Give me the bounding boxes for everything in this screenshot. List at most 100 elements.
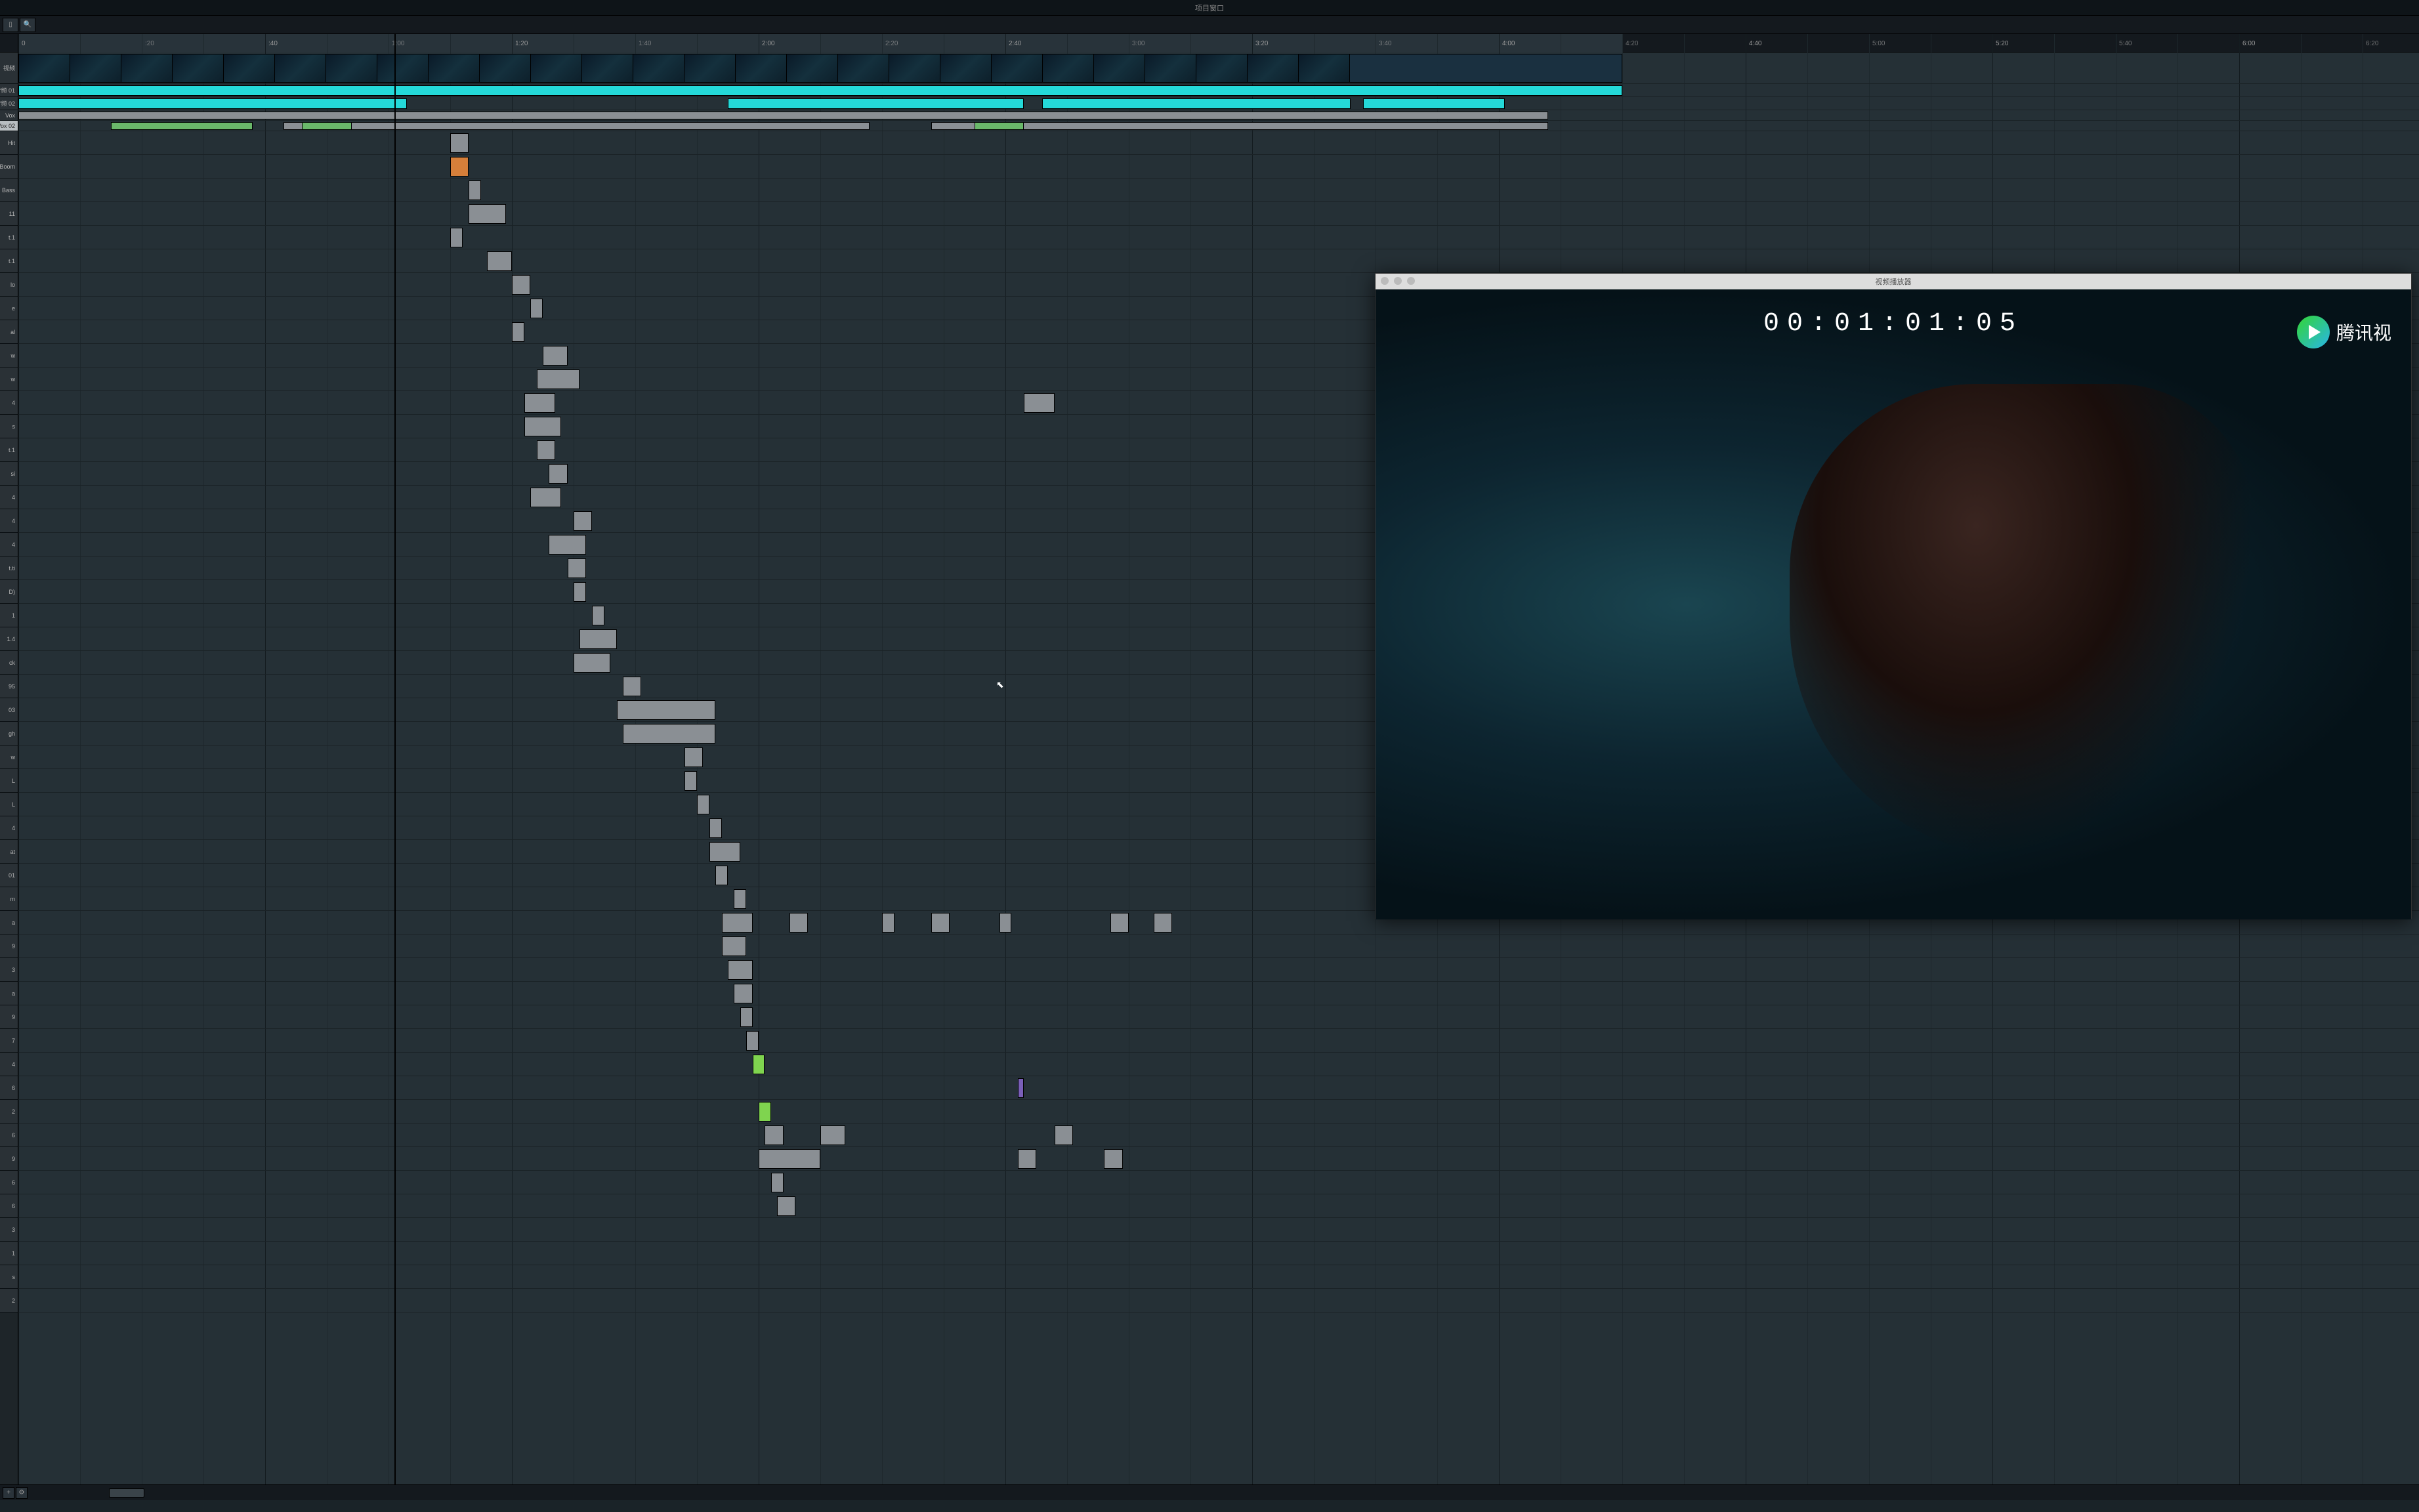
track-lane[interactable] — [18, 52, 2419, 84]
clip[interactable] — [512, 322, 524, 342]
clip[interactable] — [728, 960, 753, 980]
track-header[interactable]: 4 — [0, 509, 18, 533]
clip[interactable] — [709, 818, 722, 838]
clip[interactable] — [592, 606, 604, 625]
track-header[interactable]: 6 — [0, 1124, 18, 1147]
track-lane[interactable] — [18, 1053, 2419, 1076]
track-header[interactable]: ck — [0, 651, 18, 675]
track-lane[interactable] — [18, 934, 2419, 958]
clip[interactable] — [734, 984, 752, 1003]
clip[interactable] — [302, 122, 351, 130]
video-player-window[interactable]: 视频播放器 00:01:01:05 腾讯视 — [1375, 273, 2412, 919]
track-lane[interactable] — [18, 1194, 2419, 1218]
track-header[interactable]: at — [0, 840, 18, 864]
track-header[interactable]: Hit — [0, 131, 18, 155]
clip[interactable] — [512, 275, 530, 295]
clip[interactable] — [1154, 913, 1172, 933]
track-header[interactable]: 6 — [0, 1171, 18, 1194]
ruler-marker[interactable]: 5:40 — [2116, 34, 2132, 52]
ruler-marker[interactable]: 5:20 — [1992, 34, 2008, 52]
clip[interactable] — [574, 582, 586, 602]
clip[interactable] — [537, 440, 555, 460]
ruler-marker[interactable]: 3:00 — [1129, 34, 1145, 52]
ruler-marker[interactable]: 3:40 — [1376, 34, 1391, 52]
clip[interactable] — [1018, 1149, 1036, 1169]
track-header[interactable]: 4 — [0, 486, 18, 509]
clip[interactable] — [684, 747, 703, 767]
track-lane[interactable] — [18, 1265, 2419, 1289]
ruler-marker[interactable]: 4:00 — [1499, 34, 1515, 52]
track-header[interactable]: Boom — [0, 155, 18, 178]
clip[interactable] — [771, 1173, 784, 1192]
track-header[interactable]: 6 — [0, 1194, 18, 1218]
clip[interactable] — [1363, 98, 1505, 109]
clip[interactable] — [18, 54, 1622, 83]
clip[interactable] — [722, 913, 753, 933]
track-lane[interactable] — [18, 958, 2419, 982]
add-track-button[interactable]: + — [3, 1487, 14, 1499]
clip[interactable] — [111, 122, 253, 130]
clip[interactable] — [568, 558, 586, 578]
track-lane[interactable] — [18, 1218, 2419, 1242]
clip[interactable] — [734, 889, 746, 909]
clip[interactable] — [931, 913, 950, 933]
track-header[interactable]: w — [0, 368, 18, 391]
track-header[interactable]: 2 — [0, 1100, 18, 1124]
clip[interactable] — [882, 913, 894, 933]
ruler-marker[interactable]: 2:00 — [759, 34, 774, 52]
clip[interactable] — [487, 251, 512, 271]
track-lane[interactable] — [18, 202, 2419, 226]
track-lane[interactable] — [18, 1100, 2419, 1124]
clip[interactable] — [759, 1102, 771, 1122]
track-header[interactable]: w — [0, 344, 18, 368]
timeline-ruler[interactable]: 0:401:202:002:403:204:004:405:206:00:201… — [18, 34, 2419, 52]
tool-button-1[interactable]: ▯ — [3, 18, 18, 32]
track-header[interactable]: 4 — [0, 1053, 18, 1076]
clip[interactable] — [697, 795, 709, 814]
track-header[interactable]: Vox 02 — [0, 121, 18, 131]
ruler-marker[interactable]: 4:20 — [1622, 34, 1638, 52]
clip[interactable] — [617, 700, 715, 720]
track-header[interactable]: s — [0, 1265, 18, 1289]
clip[interactable] — [753, 1055, 765, 1074]
close-window-button[interactable] — [1381, 277, 1389, 285]
track-header[interactable]: 3 — [0, 1218, 18, 1242]
clip[interactable] — [1042, 98, 1351, 109]
clip[interactable] — [549, 535, 585, 555]
track-lane[interactable] — [18, 155, 2419, 178]
clip[interactable] — [931, 122, 1548, 130]
clip[interactable] — [284, 122, 870, 130]
clip[interactable] — [722, 936, 747, 956]
clip[interactable] — [999, 913, 1012, 933]
clip[interactable] — [18, 112, 1548, 119]
clip[interactable] — [1018, 1078, 1024, 1098]
track-header[interactable]: gh — [0, 722, 18, 746]
track-header[interactable]: 4 — [0, 533, 18, 556]
clip[interactable] — [684, 771, 697, 791]
track-header[interactable]: 1.4 — [0, 627, 18, 651]
track-header[interactable]: si — [0, 462, 18, 486]
track-header[interactable]: 音频 01 — [0, 84, 18, 97]
clip[interactable] — [777, 1196, 795, 1216]
ruler-marker[interactable]: 5:00 — [1869, 34, 1885, 52]
track-header[interactable]: 01 — [0, 864, 18, 887]
track-header[interactable]: 03 — [0, 698, 18, 722]
track-header[interactable]: a — [0, 911, 18, 934]
track-header[interactable]: 9 — [0, 934, 18, 958]
clip[interactable] — [450, 157, 469, 177]
video-window-titlebar[interactable]: 视频播放器 — [1376, 274, 2411, 289]
track-header[interactable]: s — [0, 415, 18, 438]
clip[interactable] — [574, 511, 592, 531]
track-header[interactable]: 1 — [0, 604, 18, 627]
track-lane[interactable] — [18, 982, 2419, 1005]
clip[interactable] — [450, 228, 463, 247]
clip[interactable] — [709, 842, 740, 862]
track-lane[interactable] — [18, 1005, 2419, 1029]
track-header[interactable]: m — [0, 887, 18, 911]
track-header[interactable]: 9 — [0, 1147, 18, 1171]
track-header[interactable]: 6 — [0, 1076, 18, 1100]
track-lane[interactable] — [18, 1124, 2419, 1147]
clip[interactable] — [623, 677, 641, 696]
clip[interactable] — [543, 346, 568, 366]
minimize-window-button[interactable] — [1394, 277, 1402, 285]
